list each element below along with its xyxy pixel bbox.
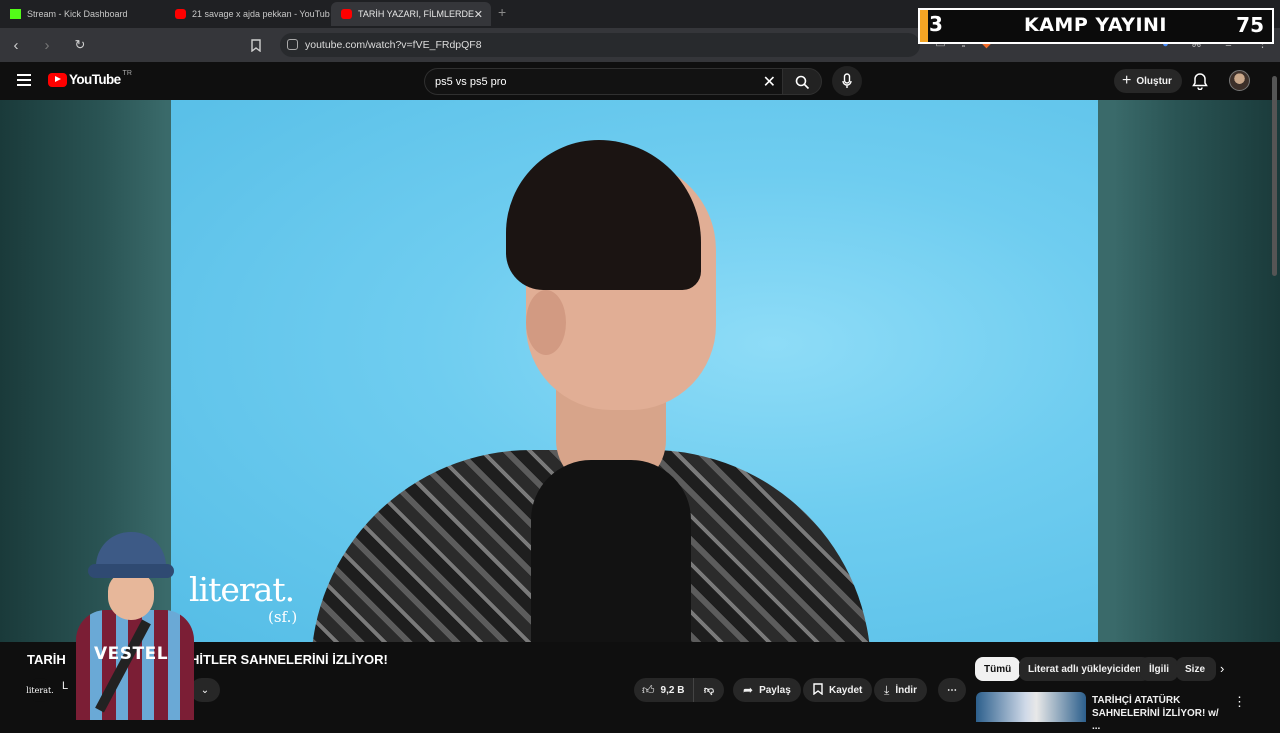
forward-icon[interactable]: › <box>38 36 56 54</box>
recommended-video-thumbnail[interactable] <box>976 692 1086 722</box>
hamburger-menu-icon[interactable] <box>17 74 31 86</box>
youtube-icon <box>341 9 352 19</box>
tab-current-video[interactable]: TARİH YAZARI, FİLMLERDE ✕ <box>331 2 491 26</box>
like-dislike-group: 👍︎ 9,2 B 👎︎ <box>634 678 724 702</box>
notifications-bell-icon[interactable] <box>1192 72 1208 90</box>
overlay-left-number: 3 <box>929 12 943 36</box>
like-button[interactable]: 👍︎ 9,2 B <box>634 678 694 702</box>
bookmark-icon[interactable] <box>247 36 265 54</box>
overlay-right-number: 75 <box>1236 13 1264 37</box>
page-scrollbar[interactable] <box>1270 66 1278 720</box>
youtube-wordmark: YouTube <box>69 72 121 87</box>
youtube-logo[interactable]: YouTube TR <box>48 70 132 87</box>
country-code: TR <box>122 70 132 77</box>
chip-related[interactable]: İlgili <box>1140 657 1178 681</box>
save-bookmark-icon <box>813 682 823 698</box>
chip-label: Literat adlı yükleyiciden <box>1028 663 1142 675</box>
chip-label: Size <box>1185 663 1206 675</box>
more-vertical-icon[interactable]: ⋮ <box>1233 694 1246 710</box>
tab-label: TARİH YAZARI, FİLMLERDE <box>358 9 475 19</box>
streamer-face <box>108 572 154 620</box>
chevron-right-icon[interactable]: › <box>1220 661 1224 676</box>
person-hair <box>506 140 701 290</box>
person-tshirt <box>531 460 691 642</box>
back-icon[interactable]: ‹ <box>7 36 25 54</box>
save-button[interactable]: Kaydet <box>803 678 873 702</box>
like-count: 9,2 B <box>660 684 685 696</box>
plus-icon: + <box>1122 72 1132 89</box>
address-bar[interactable]: youtube.com/watch?v=fVE_FRdpQF8 <box>280 33 920 57</box>
search-icon <box>795 75 810 90</box>
chevron-down-icon: ⌄ <box>200 684 210 696</box>
person-ear <box>526 290 566 355</box>
save-label: Kaydet <box>829 684 863 696</box>
reload-icon[interactable]: ↻ <box>71 36 89 54</box>
download-icon: ⤓ <box>884 682 890 697</box>
tab-label: 21 savage x ajda pekkan - YouTube <box>192 9 330 19</box>
share-label: Paylaş <box>759 684 791 696</box>
clear-search-icon[interactable]: ✕ <box>763 72 776 92</box>
streamer-shirt <box>76 610 194 720</box>
chip-label: Tümü <box>984 663 1012 675</box>
chip-all[interactable]: Tümü <box>975 657 1021 681</box>
share-arrow-icon: ➦ <box>743 683 754 697</box>
thumbs-down-icon: 👎︎ <box>703 685 715 696</box>
tab-youtube-21-savage[interactable]: 21 savage x ajda pekkan - YouTube <box>165 2 330 26</box>
rec-title-line: SAHNELERİNİ İZLİYOR! w/ ... <box>1092 708 1219 732</box>
tab-label: Stream - Kick Dashboard <box>27 9 128 19</box>
thumbs-up-icon: 👍︎ <box>642 682 655 697</box>
share-button[interactable]: ➦ Paylaş <box>733 678 801 702</box>
video-frame[interactable]: literat. (sf.) <box>171 100 1098 642</box>
chip-label: İlgili <box>1149 663 1169 675</box>
channel-avatar[interactable]: literat. <box>26 678 54 702</box>
search-input[interactable]: ps5 vs ps5 pro ✕ <box>424 68 784 95</box>
site-info-icon[interactable] <box>287 39 298 50</box>
dislike-button[interactable]: 👎︎ <box>694 678 724 702</box>
recommended-video-title[interactable]: TARİHÇİ ATATÜRK SAHNELERİNİ İZLİYOR! w/ … <box>1092 694 1222 733</box>
streamer-cutout: VESTEL <box>58 528 198 720</box>
voice-search-button[interactable] <box>832 66 862 96</box>
new-tab-button[interactable]: + <box>498 4 506 20</box>
more-horizontal-icon: ⋯ <box>947 684 957 696</box>
youtube-masthead: YouTube TR ps5 vs ps5 pro ✕ + Oluştur <box>0 62 1280 100</box>
video-watermark-sub: (sf.) <box>268 608 298 626</box>
search-button[interactable] <box>782 68 822 95</box>
stream-overlay-banner: 3 KAMP YAYINI 75 <box>918 8 1274 44</box>
video-title-rest: Kİ HİTLER SAHNELERİNİ İZLİYOR! <box>173 652 388 667</box>
video-watermark: literat. <box>189 570 295 609</box>
youtube-play-icon <box>48 72 67 87</box>
kick-icon <box>10 9 21 19</box>
overlay-title: KAMP YAYINI <box>1024 14 1167 36</box>
youtube-icon <box>175 9 186 19</box>
account-avatar[interactable] <box>1229 70 1250 91</box>
microphone-icon <box>842 73 852 88</box>
streamer-shirt-text: VESTEL <box>94 644 169 664</box>
url-text: youtube.com/watch?v=fVE_FRdpQF8 <box>305 39 482 51</box>
create-label: Oluştur <box>1136 75 1172 87</box>
chip-for-you[interactable]: Size <box>1176 657 1216 681</box>
channel-avatar-text: literat. <box>26 685 54 695</box>
search-query: ps5 vs ps5 pro <box>435 76 507 88</box>
rec-title-line: TARİHÇİ ATATÜRK <box>1092 695 1181 706</box>
scrollbar-thumb[interactable] <box>1272 76 1277 276</box>
create-button[interactable]: + Oluştur <box>1114 69 1182 93</box>
more-actions-button[interactable]: ⋯ <box>938 678 966 702</box>
tab-kick-dashboard[interactable]: Stream - Kick Dashboard <box>0 2 165 26</box>
download-label: İndir <box>895 684 917 696</box>
chip-from-uploader[interactable]: Literat adlı yükleyiciden <box>1019 657 1151 681</box>
close-tab-icon[interactable]: ✕ <box>474 8 483 21</box>
download-button[interactable]: ⤓ İndir <box>874 678 927 702</box>
streamer-hat-brim <box>88 564 174 578</box>
